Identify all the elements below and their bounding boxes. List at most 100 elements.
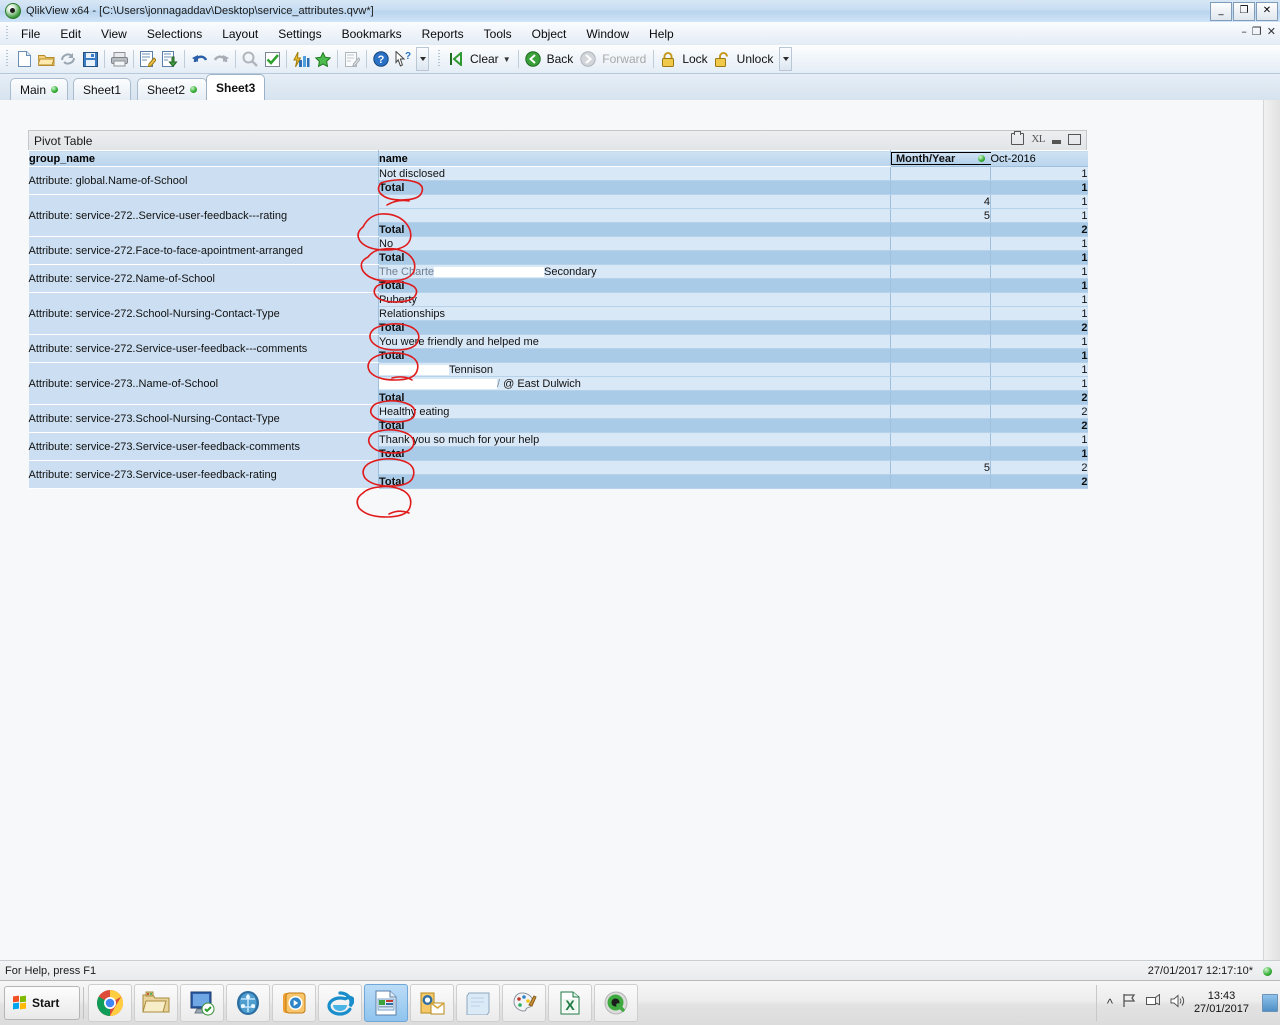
minimize-button[interactable]: _ — [1210, 2, 1232, 21]
dim-cell[interactable]: 4 — [891, 195, 991, 209]
group-name-cell[interactable]: Attribute: service-272.School-Nursing-Co… — [29, 293, 379, 335]
restore-button[interactable]: ❐ — [1233, 2, 1255, 21]
group-name-cell[interactable]: Attribute: service-273..Name-of-School — [29, 363, 379, 405]
column-header-name[interactable]: name — [379, 151, 891, 167]
favorite-star-icon[interactable] — [312, 48, 334, 70]
column-header-oct-2016[interactable]: Oct-2016 — [991, 151, 1088, 167]
back-icon[interactable] — [522, 48, 544, 70]
open-folder-icon[interactable] — [35, 48, 57, 70]
redo-icon[interactable] — [210, 48, 232, 70]
dim-cell[interactable] — [891, 251, 991, 265]
menu-tools[interactable]: Tools — [474, 25, 522, 43]
taskbar-remote-desktop-icon[interactable] — [180, 984, 224, 1022]
reload-icon[interactable] — [57, 48, 79, 70]
total-value-cell[interactable]: 1 — [991, 349, 1088, 363]
group-name-cell[interactable]: Attribute: service-272.Name-of-School — [29, 265, 379, 293]
value-cell[interactable]: 1 — [991, 209, 1088, 223]
name-cell[interactable] — [379, 209, 891, 223]
maximize-icon[interactable] — [1068, 134, 1081, 145]
network-icon[interactable] — [1146, 994, 1161, 1013]
menu-help[interactable]: Help — [639, 25, 684, 43]
dim-cell[interactable] — [891, 279, 991, 293]
taskbar-clock[interactable]: 13:43 27/01/2017 — [1194, 990, 1249, 1016]
load-data-icon[interactable] — [159, 48, 181, 70]
total-value-cell[interactable]: 1 — [991, 279, 1088, 293]
name-cell[interactable]: Healthy eating — [379, 405, 891, 419]
name-cell[interactable]: Thank you so much for your help — [379, 433, 891, 447]
clear-button[interactable]: Clear ▼ — [445, 48, 515, 70]
document-restore-button[interactable]: ❐ — [1252, 25, 1262, 38]
total-value-cell[interactable]: 2 — [991, 391, 1088, 405]
total-value-cell[interactable]: 1 — [991, 181, 1088, 195]
taskbar-internet-explorer-icon[interactable] — [318, 984, 362, 1022]
column-header-month-year[interactable]: Month/Year — [891, 151, 991, 167]
dim-cell[interactable] — [891, 363, 991, 377]
show-desktop-button[interactable] — [1262, 994, 1278, 1012]
table-row[interactable]: Attribute: service-272.Service-user-feed… — [29, 335, 1088, 349]
taskbar-outlook-icon[interactable] — [410, 984, 454, 1022]
toolbar-overflow-button[interactable] — [416, 47, 429, 71]
sheet-tab-sheet2[interactable]: Sheet2 — [137, 78, 207, 100]
group-name-cell[interactable]: Attribute: service-273.Service-user-feed… — [29, 433, 379, 461]
value-cell[interactable]: 1 — [991, 265, 1088, 279]
document-minimize-button[interactable]: – — [1241, 25, 1247, 38]
menu-file[interactable]: File — [11, 25, 50, 43]
lock-label[interactable]: Lock — [682, 52, 707, 66]
dim-cell[interactable] — [891, 475, 991, 489]
table-row[interactable]: Attribute: service-273..Name-of-School T… — [29, 363, 1088, 377]
sheet-tab-sheet3[interactable]: Sheet3 — [206, 74, 265, 100]
taskbar-network-tool-icon[interactable] — [226, 984, 270, 1022]
taskbar-paint-icon[interactable] — [502, 984, 546, 1022]
name-cell-redacted[interactable]: The CharteSecondary — [379, 265, 891, 279]
lock-icon[interactable] — [657, 48, 679, 70]
dim-cell[interactable] — [891, 391, 991, 405]
total-value-cell[interactable]: 1 — [991, 251, 1088, 265]
dim-cell[interactable] — [891, 419, 991, 433]
toolbar-grip-handle-2[interactable] — [435, 50, 442, 68]
clear-dropdown-arrow[interactable]: ▼ — [503, 55, 511, 64]
start-button[interactable]: Start — [4, 986, 80, 1020]
sheet-tab-main[interactable]: Main — [10, 78, 68, 100]
group-name-cell[interactable]: Attribute: service-273.School-Nursing-Co… — [29, 405, 379, 433]
save-icon[interactable] — [79, 48, 101, 70]
new-document-icon[interactable] — [13, 48, 35, 70]
export-to-excel-icon[interactable]: XL — [1031, 134, 1045, 145]
table-row[interactable]: Attribute: global.Name-of-School Not dis… — [29, 167, 1088, 181]
table-row[interactable]: Attribute: service-273.Service-user-feed… — [29, 433, 1088, 447]
canvas-vertical-scrollbar[interactable] — [1263, 100, 1280, 960]
name-cell[interactable] — [379, 461, 891, 475]
taskbar-file-explorer-icon[interactable] — [134, 984, 178, 1022]
taskbar-qlikview-icon[interactable] — [594, 984, 638, 1022]
value-cell[interactable]: 1 — [991, 293, 1088, 307]
total-label-cell[interactable]: Total — [379, 391, 891, 405]
total-label-cell[interactable]: Total — [379, 223, 891, 237]
value-cell[interactable]: 2 — [991, 461, 1088, 475]
total-label-cell[interactable]: Total — [379, 475, 891, 489]
dim-cell[interactable] — [891, 293, 991, 307]
back-label[interactable]: Back — [547, 52, 574, 66]
value-cell[interactable]: 1 — [991, 363, 1088, 377]
dim-cell[interactable] — [891, 447, 991, 461]
total-label-cell[interactable]: Total — [379, 447, 891, 461]
column-header-group-name[interactable]: group_name — [29, 151, 379, 167]
name-cell[interactable] — [379, 195, 891, 209]
close-button[interactable]: ✕ — [1256, 2, 1278, 21]
value-cell[interactable]: 1 — [991, 237, 1088, 251]
dim-cell[interactable] — [891, 237, 991, 251]
dim-cell[interactable]: 5 — [891, 461, 991, 475]
total-value-cell[interactable]: 2 — [991, 419, 1088, 433]
total-value-cell[interactable]: 2 — [991, 475, 1088, 489]
print-icon[interactable] — [1011, 133, 1024, 145]
menu-settings[interactable]: Settings — [268, 25, 331, 43]
dim-cell[interactable] — [891, 223, 991, 237]
table-row[interactable]: Attribute: service-273.Service-user-feed… — [29, 461, 1088, 475]
dim-cell[interactable]: 5 — [891, 209, 991, 223]
group-name-cell[interactable]: Attribute: service-273.Service-user-feed… — [29, 461, 379, 489]
group-name-cell[interactable]: Attribute: service-272..Service-user-fee… — [29, 195, 379, 237]
total-label-cell[interactable]: Total — [379, 419, 891, 433]
help-icon[interactable]: ? — [370, 48, 392, 70]
menu-edit[interactable]: Edit — [50, 25, 91, 43]
value-cell[interactable]: 1 — [991, 377, 1088, 391]
dim-cell[interactable] — [891, 265, 991, 279]
menu-selections[interactable]: Selections — [137, 25, 212, 43]
